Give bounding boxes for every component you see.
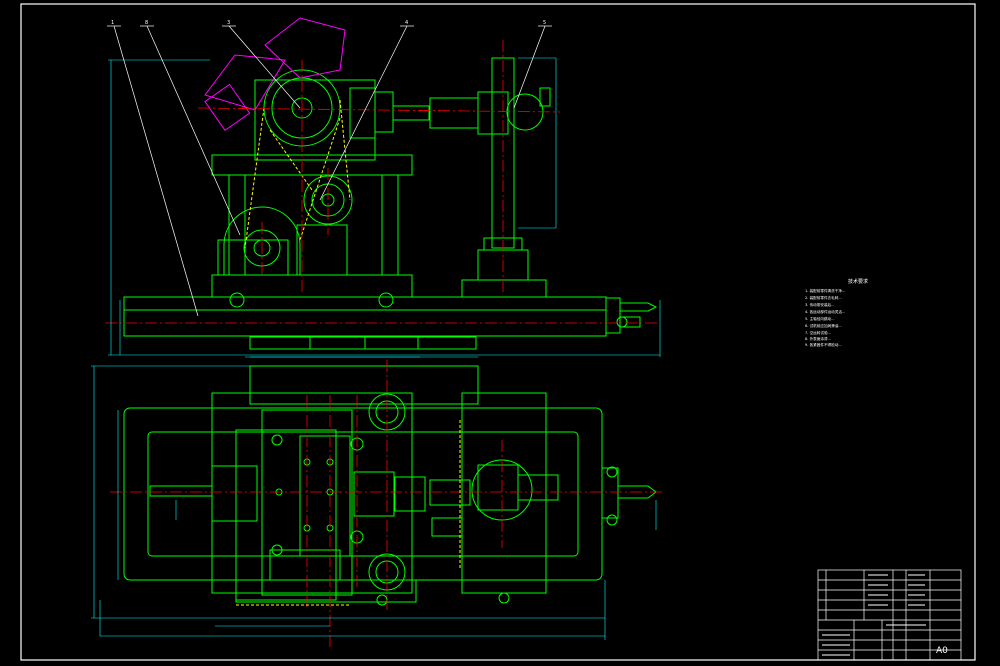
- title-block-marks: [822, 574, 926, 656]
- column: [461, 57, 547, 298]
- tech-req-line-4: 4. 各运动部件运动灵活...: [805, 309, 845, 314]
- drawing-frame: [20, 3, 976, 661]
- tech-req-line-8: 8. 外表面涂漆...: [805, 336, 831, 341]
- motor: [204, 17, 346, 132]
- balloon-4: 4: [405, 20, 408, 26]
- tech-req-line-3: 3. 传动带安装后...: [805, 302, 835, 307]
- spindle-head: [392, 87, 551, 135]
- tech-req-line-7: 7. 空运转试验...: [805, 330, 831, 335]
- tech-req-line-6: 6. 试机前应加润滑油...: [805, 323, 842, 328]
- tech-requirements-title: 技术要求: [848, 278, 868, 285]
- balloon-8: 8: [145, 20, 148, 26]
- technical-requirements: 技术要求 1. 装配前零件清洗干净... 2. 装配前零件去毛刺... 3. 传…: [805, 278, 868, 347]
- top-base: [123, 365, 603, 603]
- top-view: [91, 356, 665, 650]
- sheet-size: A0: [936, 646, 948, 656]
- tech-req-line-1: 1. 装配前零件清洗干净...: [805, 288, 845, 293]
- tech-req-line-2: 2. 装配前零件去毛刺...: [805, 295, 842, 300]
- tech-req-line-5: 5. 主轴径向跳动...: [805, 316, 835, 321]
- balloon-1: 1: [111, 20, 114, 26]
- balloon-leaders: [107, 25, 552, 317]
- handwheel-top: [601, 466, 657, 526]
- support-frame: [211, 79, 413, 308]
- tech-req-line-9: 9. 各紧固件不得松动...: [805, 342, 842, 347]
- top-circles: [271, 393, 533, 606]
- balloon-numbers: 1 8 3 4 5: [111, 20, 546, 26]
- balloon-3: 3: [227, 20, 230, 26]
- front-dimensions: [108, 57, 661, 358]
- handwheel-front: [605, 297, 658, 334]
- cad-drawing-canvas: 1 8 3 4 5 技术要求 1. 装配前零件清洗干净... 2. 装配前零件去…: [20, 3, 976, 661]
- front-view: 1 8 3 4 5: [105, 17, 661, 358]
- balloon-5: 5: [543, 20, 546, 26]
